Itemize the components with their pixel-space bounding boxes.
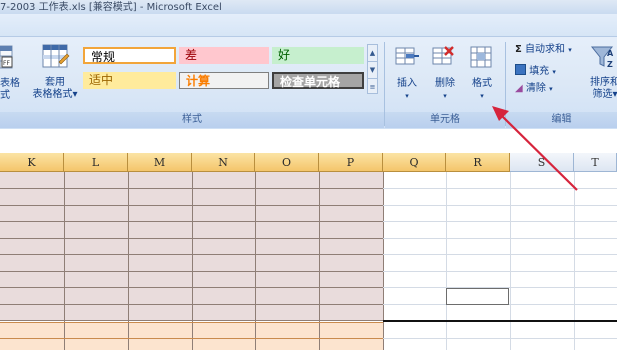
- annotation-arrow: [492, 106, 578, 191]
